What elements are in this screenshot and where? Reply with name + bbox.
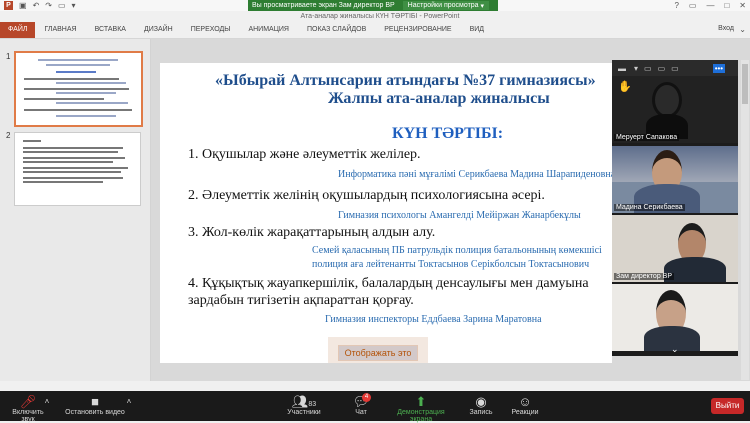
view-options-label: Настройки просмотра <box>407 2 479 9</box>
slide-thumbnail-2[interactable] <box>14 132 141 206</box>
slide-title-line2: Жалпы ата-аналар жиналысы <box>328 90 550 107</box>
ribbon-expand-icon[interactable]: ⌄ <box>739 25 746 34</box>
agenda-item: 3. Жол-көлік жарақаттарының алдын алу. <box>188 225 436 240</box>
agenda-speaker: полиция аға лейтенанты Токтасынов Серікб… <box>312 259 590 270</box>
leave-button[interactable]: Выйти <box>711 398 744 414</box>
slide-title-line1: «Ыбырай Алтынсарин атындағы №37 гимназия… <box>215 72 596 89</box>
save-icon[interactable]: ▣ <box>19 1 27 10</box>
gallery-dropdown-icon[interactable]: ▾ <box>634 64 638 73</box>
share-banner-text: Вы просматриваете экран Зам директор ВР <box>252 2 395 9</box>
agenda-item: 4. Құқықтық жауапкершілік, балалардың де… <box>188 276 589 291</box>
agenda-item: зардабын тигізетін ақпараттан қорғау. <box>188 293 414 308</box>
agenda-heading: КҮН ТӘРТІБІ: <box>392 125 504 142</box>
slide-thumbnail-1[interactable] <box>14 51 143 127</box>
window-controls: ? ▭ — □ ✕ <box>674 0 746 11</box>
agenda-speaker: Семей қаласының ПБ патрульдік полиция ба… <box>312 245 602 256</box>
show-this-button[interactable]: Отображать это <box>338 345 418 361</box>
record-icon: ◉ <box>475 394 487 409</box>
participants-count: 83 <box>308 401 317 408</box>
tab-view[interactable]: ВИД <box>461 22 493 38</box>
current-slide[interactable]: «Ыбырай Алтынсарин атындағы №37 гимназия… <box>160 63 616 363</box>
chevron-up-icon: ˄ <box>44 397 50 406</box>
agenda-speaker: Информатика пәні мұғалімі Серикбаева Мад… <box>338 169 616 180</box>
participant-video[interactable]: Зам директор ВР <box>612 215 738 282</box>
share-banner: Вы просматриваете экран Зам директор ВР … <box>248 0 498 11</box>
raise-hand-icon: ✋ <box>618 81 632 93</box>
slide-thumbnails-pane: 1 2 <box>0 39 151 381</box>
vertical-scrollbar[interactable] <box>741 60 749 380</box>
thumbnail-number: 2 <box>6 131 11 140</box>
window-title: Ата-аналар жиналысы КҮН ТӘРТІБІ - PowerP… <box>300 13 460 20</box>
tab-file[interactable]: ФАЙЛ <box>0 22 36 38</box>
powerpoint-logo-icon: P <box>4 1 13 10</box>
participant-name: Меруерт Сапакова <box>614 134 680 141</box>
customize-icon[interactable]: ▾ <box>72 1 76 10</box>
participant-name: Зам директор ВР <box>614 273 674 280</box>
agenda-speaker: Гимназия психологы Амангелді Мейіржан Жа… <box>338 210 581 221</box>
record-button[interactable]: ◉ Запись <box>468 394 494 416</box>
tab-slideshow[interactable]: ПОКАЗ СЛАЙДОВ <box>298 22 375 38</box>
share-screen-button[interactable]: ⬆ Демонстрация экрана <box>386 394 456 423</box>
chevron-up-icon: ˄ <box>126 397 132 406</box>
more-icon[interactable]: ••• <box>712 63 726 73</box>
gallery-layout-icon[interactable]: ▭ <box>671 64 679 73</box>
reactions-button[interactable]: ☺ Реакции <box>510 394 540 416</box>
chevron-down-icon: ▾ <box>480 2 485 10</box>
participant-video[interactable] <box>612 284 738 351</box>
quick-access-toolbar: P ▣ ↶ ↷ ▭ ▾ <box>4 0 76 11</box>
login-link[interactable]: Вход <box>718 25 734 32</box>
participants-button[interactable]: 👥︎83 Участники <box>286 394 322 416</box>
participant-video[interactable]: ✋ Меруерт Сапакова <box>612 76 738 143</box>
gallery-layout-icon[interactable]: ▭ <box>658 64 666 73</box>
agenda-speaker: Гимназия инспекторы Еддбаева Зарина Мара… <box>325 314 542 325</box>
thumbnail-number: 1 <box>6 52 11 61</box>
video-camera-icon: ■ <box>91 394 99 409</box>
ribbon-tabs: ФАЙЛ ГЛАВНАЯ ВСТАВКА ДИЗАЙН ПЕРЕХОДЫ АНИ… <box>0 22 750 39</box>
minimize-icon[interactable]: — <box>706 1 714 10</box>
participants-icon-wrap: 👥︎83 <box>286 394 322 409</box>
participants-label: Участники <box>287 409 321 416</box>
maximize-icon[interactable]: □ <box>724 1 729 10</box>
gallery-view-icon[interactable]: ▬ <box>618 64 626 73</box>
gallery-header: ▬ ▾ ▭ ▭ ▭ ••• <box>612 60 738 76</box>
video-gallery: ▬ ▾ ▭ ▭ ▭ ••• ✋ Меруерт Сапакова Мадина … <box>612 60 738 356</box>
audio-options-button[interactable]: ˄ <box>42 394 52 409</box>
participant-video[interactable]: Мадина Серикбаева <box>612 146 738 213</box>
help-icon[interactable]: ? <box>674 1 678 10</box>
record-label: Запись <box>469 409 493 416</box>
redo-icon[interactable]: ↷ <box>45 1 52 10</box>
present-icon[interactable]: ▭ <box>58 1 66 10</box>
stop-video-button[interactable]: ■ Остановить видео <box>60 394 130 416</box>
undo-icon[interactable]: ↶ <box>33 1 40 10</box>
gallery-layout-icon[interactable]: ▭ <box>644 64 652 73</box>
gallery-scroll-down-icon[interactable]: ⌄ <box>671 344 679 355</box>
participants-icon: 👥︎ <box>291 394 309 409</box>
meeting-toolbar: 🎤︎ Включить звук ˄ ■ Остановить видео ˄ … <box>0 391 750 423</box>
participant-name: Мадина Серикбаева <box>614 204 685 211</box>
tab-home[interactable]: ГЛАВНАЯ <box>35 22 85 38</box>
chat-unread-badge: 4 <box>362 393 371 402</box>
close-icon[interactable]: ✕ <box>739 1 746 10</box>
tab-insert[interactable]: ВСТАВКА <box>86 22 135 38</box>
video-options-button[interactable]: ˄ <box>124 394 134 409</box>
smiley-icon: ☺ <box>518 394 532 409</box>
agenda-item: 1. Оқушылар және әлеуметтік желілер. <box>188 147 421 162</box>
scrollbar-thumb[interactable] <box>742 64 748 104</box>
chat-label: Чат <box>355 409 367 416</box>
agenda-item: 2. Әлеуметтік желінің оқушылардың психол… <box>188 188 545 203</box>
stop-video-label: Остановить видео <box>65 409 125 416</box>
view-options-button[interactable]: Настройки просмотра ▾ <box>402 1 490 10</box>
tab-animations[interactable]: АНИМАЦИЯ <box>239 22 298 38</box>
share-screen-icon: ⬆ <box>415 394 427 409</box>
restore-icon[interactable]: ▭ <box>689 1 697 10</box>
tab-transitions[interactable]: ПЕРЕХОДЫ <box>182 22 240 38</box>
tab-design[interactable]: ДИЗАЙН <box>135 22 182 38</box>
reactions-label: Реакции <box>511 409 539 416</box>
tab-review[interactable]: РЕЦЕНЗИРОВАНИЕ <box>375 22 460 38</box>
